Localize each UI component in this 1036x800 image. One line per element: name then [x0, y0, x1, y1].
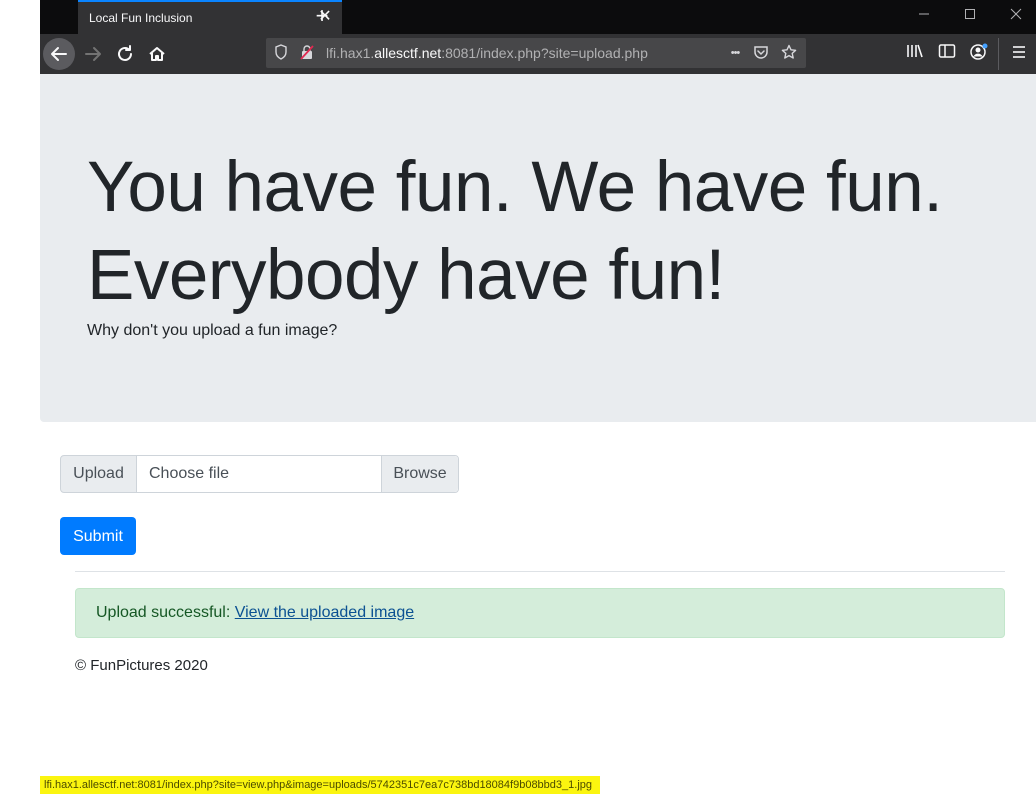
alert-message: Upload successful:	[96, 604, 235, 621]
browser-chrome: Local Fun Inclusion ✕ + lfi.hax1.allesct…	[40, 0, 1036, 74]
home-icon[interactable]	[141, 38, 173, 70]
maximize-icon[interactable]	[958, 6, 982, 26]
file-placeholder: Choose file	[149, 465, 230, 482]
tab-active[interactable]: Local Fun Inclusion ✕	[78, 0, 342, 34]
upload-label: Upload	[60, 455, 137, 493]
file-input[interactable]: Choose file Browse	[136, 455, 459, 493]
nav-toolbar: lfi.hax1.allesctf.net:8081/index.php?sit…	[40, 34, 1036, 74]
divider	[75, 571, 1005, 572]
jumbotron: You have fun. We have fun. Everybody hav…	[40, 74, 1036, 422]
shield-icon[interactable]	[272, 44, 290, 62]
submit-button[interactable]: Submit	[60, 517, 136, 555]
insecure-lock-icon[interactable]	[298, 44, 316, 62]
close-window-icon[interactable]	[1004, 6, 1028, 26]
file-upload-group: Upload Choose file Browse	[60, 455, 459, 493]
tab-title: Local Fun Inclusion	[89, 11, 193, 25]
status-url: lfi.hax1.allesctf.net:8081/index.php?sit…	[40, 776, 600, 794]
forward-icon[interactable]	[77, 38, 109, 70]
url-domain: allesctf.net	[374, 45, 442, 61]
reload-icon[interactable]	[109, 38, 141, 70]
sidebar-icon[interactable]	[936, 43, 958, 65]
view-image-link[interactable]: View the uploaded image	[235, 604, 414, 621]
page-actions-icon[interactable]: •••	[724, 44, 746, 62]
footer-copyright: © FunPictures 2020	[75, 657, 208, 674]
url-prefix: lfi.hax1.	[326, 45, 375, 61]
browse-button[interactable]: Browse	[381, 456, 458, 492]
new-tab-icon[interactable]: +	[310, 4, 334, 28]
tab-strip: Local Fun Inclusion ✕ +	[40, 0, 1036, 34]
page: Local Fun Inclusion ✕ + lfi.hax1.allesct…	[0, 0, 1036, 800]
url-bar[interactable]: lfi.hax1.allesctf.net:8081/index.php?sit…	[266, 38, 806, 68]
account-icon[interactable]	[968, 43, 990, 65]
pocket-icon[interactable]	[752, 44, 770, 62]
back-icon[interactable]	[43, 38, 75, 70]
minimize-icon[interactable]	[912, 6, 936, 26]
page-heading: You have fun. We have fun. Everybody hav…	[87, 148, 943, 315]
menu-icon[interactable]	[1008, 43, 1030, 65]
library-icon[interactable]	[904, 43, 926, 65]
lead-text: Why don't you upload a fun image?	[87, 322, 338, 339]
bookmark-star-icon[interactable]	[780, 44, 798, 62]
toolbar-divider	[998, 38, 999, 70]
url-text[interactable]: lfi.hax1.allesctf.net:8081/index.php?sit…	[326, 45, 648, 61]
url-suffix: :8081/index.php?site=upload.php	[441, 45, 648, 61]
success-alert: Upload successful: View the uploaded ima…	[75, 588, 1005, 638]
